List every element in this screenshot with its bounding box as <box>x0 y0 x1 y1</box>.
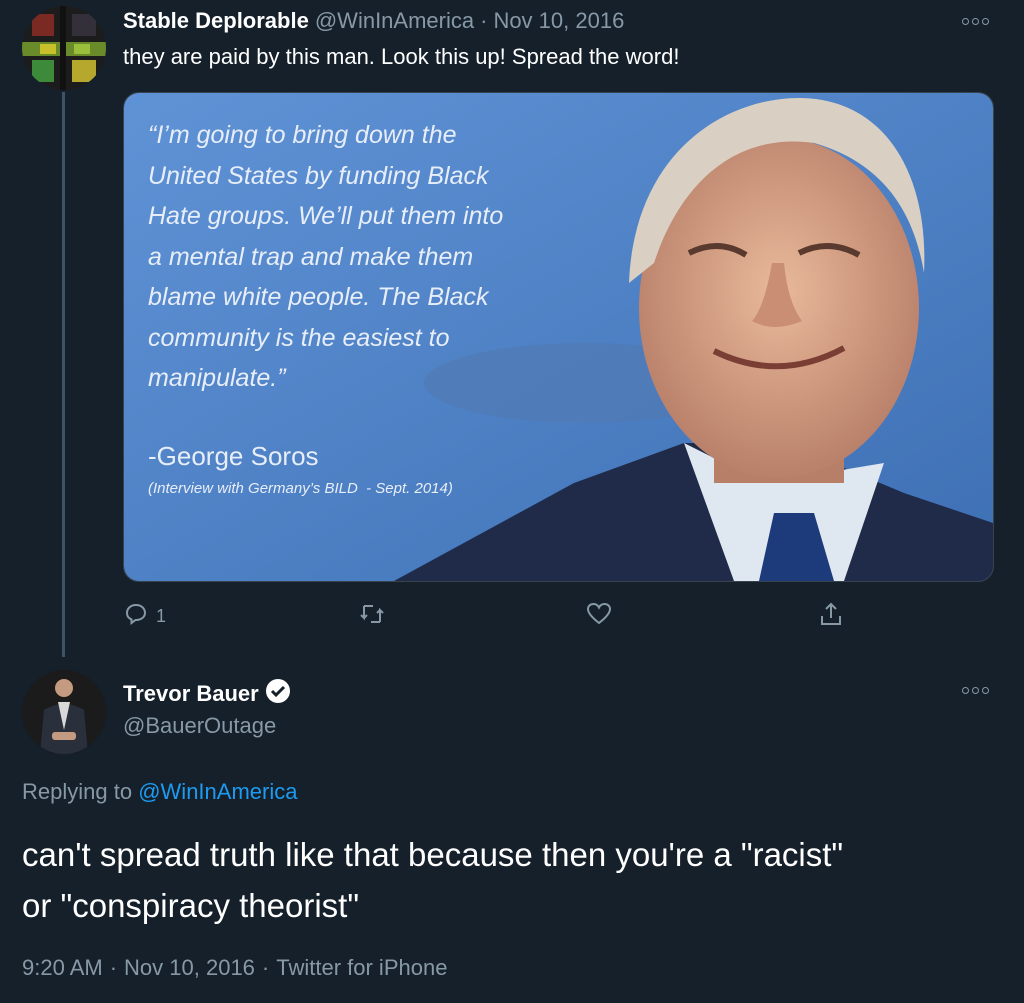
replying-to-link[interactable]: @WinInAmerica <box>138 779 297 804</box>
avatar-trevor-bauer[interactable] <box>22 670 106 754</box>
more-icon[interactable] <box>962 683 992 697</box>
replying-to: Replying to @WinInAmerica <box>22 779 297 805</box>
replying-prefix: Replying to <box>22 779 133 804</box>
retweet-icon <box>358 602 386 631</box>
thread-line <box>62 92 65 657</box>
reply-button[interactable]: 1 <box>124 602 166 631</box>
verified-icon <box>265 678 291 709</box>
tweet2-header: Trevor Bauer <box>123 678 291 709</box>
tweet1-header: Stable Deplorable @WinInAmerica · Nov 10… <box>123 8 624 34</box>
share-button[interactable] <box>818 601 844 632</box>
tweet-media-image[interactable]: “I’m going to bring down the United Stat… <box>123 92 994 582</box>
tweet-date[interactable]: Nov 10, 2016 <box>124 955 255 981</box>
tweet-date[interactable]: Nov 10, 2016 <box>493 8 624 34</box>
quote-attribution: -George Soros <box>148 441 319 471</box>
tweet-text: can't spread truth like that because the… <box>22 836 844 924</box>
handle[interactable]: @WinInAmerica <box>315 8 474 34</box>
retweet-button[interactable] <box>358 602 386 631</box>
avatar-stable-deplorable[interactable] <box>22 6 106 90</box>
like-button[interactable] <box>586 602 612 631</box>
separator: · <box>480 8 488 33</box>
like-icon <box>586 602 612 631</box>
quote-text: “I’m going to bring down the United Stat… <box>148 121 504 392</box>
display-name[interactable]: Stable Deplorable <box>123 8 309 34</box>
display-name[interactable]: Trevor Bauer <box>123 681 259 707</box>
reply-count: 1 <box>156 606 167 626</box>
quote-source: (Interview with Germany’s BILD - Sept. 2… <box>148 480 453 497</box>
tweet-time[interactable]: 9:20 AM <box>22 955 103 981</box>
tweet-client[interactable]: Twitter for iPhone <box>276 955 447 981</box>
tweet-metadata: 9:20 AM · Nov 10, 2016 · Twitter for iPh… <box>22 955 447 981</box>
separator: · <box>261 955 270 980</box>
separator: · <box>109 955 118 980</box>
share-icon <box>818 601 844 632</box>
more-icon[interactable] <box>962 14 992 28</box>
handle[interactable]: @BauerOutage <box>123 713 276 739</box>
tweet-text: they are paid by this man. Look this up!… <box>123 44 680 69</box>
reply-icon <box>124 602 148 631</box>
